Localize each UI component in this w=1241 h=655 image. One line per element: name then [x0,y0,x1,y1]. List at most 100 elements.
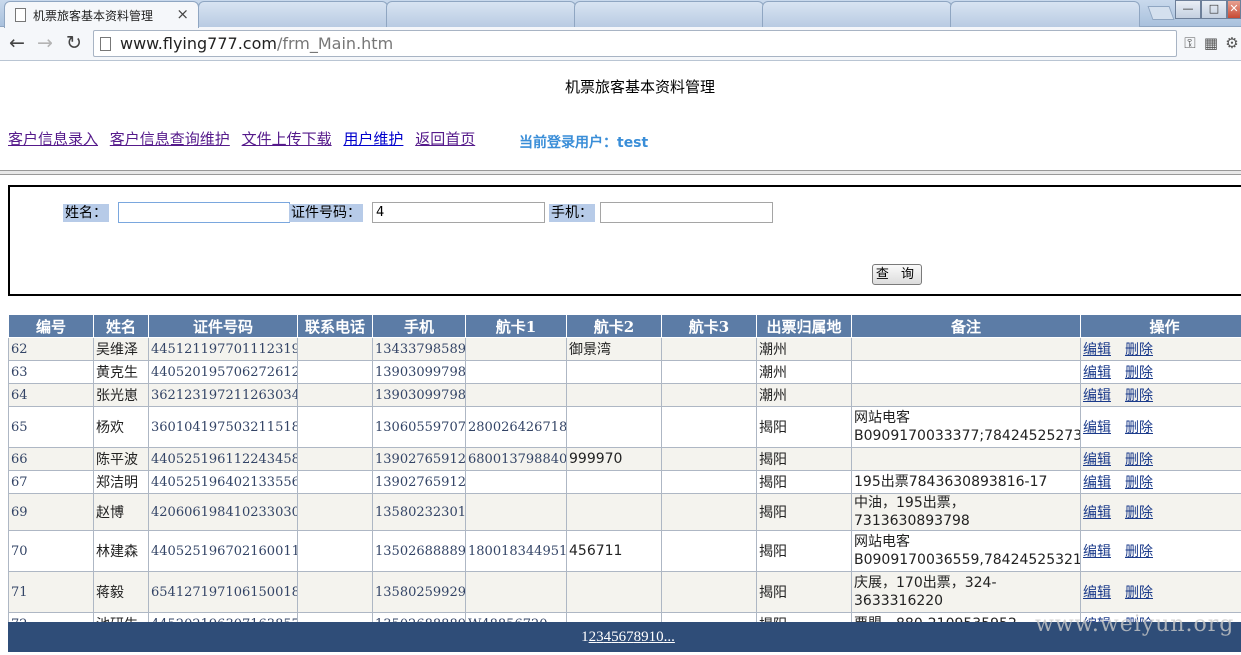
browser-tab[interactable] [762,1,952,27]
edit-link[interactable]: 编辑 [1083,452,1111,468]
cell-ops: 编辑删除 [1080,571,1241,613]
cell-remark [851,360,1081,384]
page-link-more[interactable]: ... [664,629,675,645]
cell-card2 [566,493,662,531]
col-header-tel: 联系电话 [297,314,373,338]
cell-card2 [566,360,662,384]
table-row: 64 张光崽 362123197211263034 13903099798 潮州 编辑 删除 [8,383,1241,407]
edit-link[interactable]: 编辑 [1083,365,1111,381]
browser-tab[interactable] [950,1,1140,27]
cell-tel [297,530,373,572]
cell-name: 陈平波 [93,447,149,471]
mobile-input[interactable] [600,202,773,223]
nav-link-user-maintenance[interactable]: 用户维护 [343,130,403,148]
minimize-button[interactable]: — [1175,0,1201,19]
cell-tel [297,571,373,613]
edit-link[interactable]: 编辑 [1083,388,1111,404]
browser-tab-active[interactable]: 机票旅客基本资料管理 × [4,1,199,28]
nav-link-file-transfer[interactable]: 文件上传下载 [242,130,332,148]
page-link[interactable]: 5 [611,629,619,645]
delete-link[interactable]: 删除 [1125,585,1153,601]
mobile-label: 手机： [549,204,595,222]
col-header-card1: 航卡1 [465,314,567,338]
name-input[interactable] [118,202,290,223]
delete-link[interactable]: 删除 [1125,365,1153,381]
delete-link[interactable]: 删除 [1125,388,1153,404]
page-link[interactable]: 4 [604,629,612,645]
cell-mobile: 13902765912 [372,470,466,494]
cell-card3 [661,530,757,572]
edit-link[interactable]: 编辑 [1083,544,1111,560]
edit-link[interactable]: 编辑 [1083,475,1111,491]
key-icon[interactable]: ⚿ [1181,33,1199,53]
browser-tab[interactable] [198,1,388,27]
back-arrow-icon[interactable]: ← [5,31,29,55]
page-title: 机票旅客基本资料管理 [564,78,715,96]
close-window-button[interactable]: ✕ [1227,0,1241,19]
cell-name: 郑洁明 [93,470,149,494]
col-header-card3: 航卡3 [661,314,757,338]
table-row: 66 陈平波 440525196112243458 13902765912 680013… [8,447,1241,471]
page-link[interactable]: 10 [649,629,664,645]
page-link[interactable]: 6 [619,629,627,645]
delete-link[interactable]: 删除 [1125,342,1153,358]
id-number-input[interactable] [372,202,545,223]
browser-tab[interactable] [386,1,576,27]
table-row: 71 蒋毅 654127197106150018 13580259929 揭阳 庆展，17… [8,571,1241,613]
cell-mobile: 13580259929 [372,571,466,613]
table-row: 62 吴维泽 445121197701112319 13433798589 御景湾 潮州 编… [8,337,1241,361]
cell-region: 揭阳 [756,406,852,448]
cell-name: 杨欢 [93,406,149,448]
cell-card1: 180018344951 [465,530,567,572]
translate-icon[interactable]: ▦ [1202,33,1220,53]
new-tab-button[interactable] [1147,6,1175,20]
cell-remark [851,447,1081,471]
cell-region: 揭阳 [756,530,852,572]
tab-close-icon[interactable]: × [176,5,189,23]
page-link[interactable]: 3 [596,629,604,645]
nav-link-customer-entry[interactable]: 客户信息录入 [8,130,98,148]
cell-tel [297,337,373,361]
address-bar[interactable]: www.flying777.com/frm_Main.htm [93,30,1177,57]
cell-ops: 编辑删除 [1080,447,1241,471]
cell-id-number: 360104197503211518 [148,406,298,448]
cell-id-number: 440525196702160011 [148,530,298,572]
delete-link[interactable]: 删除 [1125,475,1153,491]
edit-link[interactable]: 编辑 [1083,505,1111,521]
delete-link[interactable]: 删除 [1125,544,1153,560]
cell-card1 [465,337,567,361]
cell-card1: 280026426718 [465,406,567,448]
col-header-mobile: 手机 [372,314,466,338]
delete-link[interactable]: 删除 [1125,452,1153,468]
delete-link[interactable]: 删除 [1125,420,1153,436]
cell-card2: 999970 [566,447,662,471]
cell-tel [297,360,373,384]
cell-tel [297,383,373,407]
url-text[interactable]: www.flying777.com/frm_Main.htm [120,34,393,53]
cell-card3 [661,360,757,384]
cell-name: 林建森 [93,530,149,572]
reload-icon[interactable]: ↻ [62,31,86,55]
forward-arrow-icon[interactable]: → [33,31,57,55]
table-header-row: 编号 姓名 证件号码 联系电话 手机 航卡1 航卡2 航卡3 出票归属地 备注 … [8,314,1241,338]
page-link[interactable]: 8 [634,629,642,645]
cell-no: 63 [8,360,94,384]
query-button[interactable]: 查 询 [872,264,922,285]
cell-name: 黄克生 [93,360,149,384]
edit-link[interactable]: 编辑 [1083,420,1111,436]
nav-link-customer-query[interactable]: 客户信息查询维护 [110,130,230,148]
browser-tab[interactable] [574,1,764,27]
results-table: 编号 姓名 证件号码 联系电话 手机 航卡1 航卡2 航卡3 出票归属地 备注 … [8,314,1241,636]
cell-ops: 编辑删除 [1080,493,1241,531]
delete-link[interactable]: 删除 [1125,505,1153,521]
edit-link[interactable]: 编辑 [1083,585,1111,601]
wrench-icon[interactable]: ⚙ [1223,33,1241,53]
page-link[interactable]: 9 [641,629,649,645]
page-link[interactable]: 2 [589,629,597,645]
edit-link[interactable]: 编辑 [1083,342,1111,358]
browser-tab-strip: 机票旅客基本资料管理 × — □ ✕ [0,0,1241,28]
page-link[interactable]: 7 [626,629,634,645]
maximize-button[interactable]: □ [1201,0,1227,19]
cell-no: 67 [8,470,94,494]
nav-link-home[interactable]: 返回首页 [415,130,475,148]
